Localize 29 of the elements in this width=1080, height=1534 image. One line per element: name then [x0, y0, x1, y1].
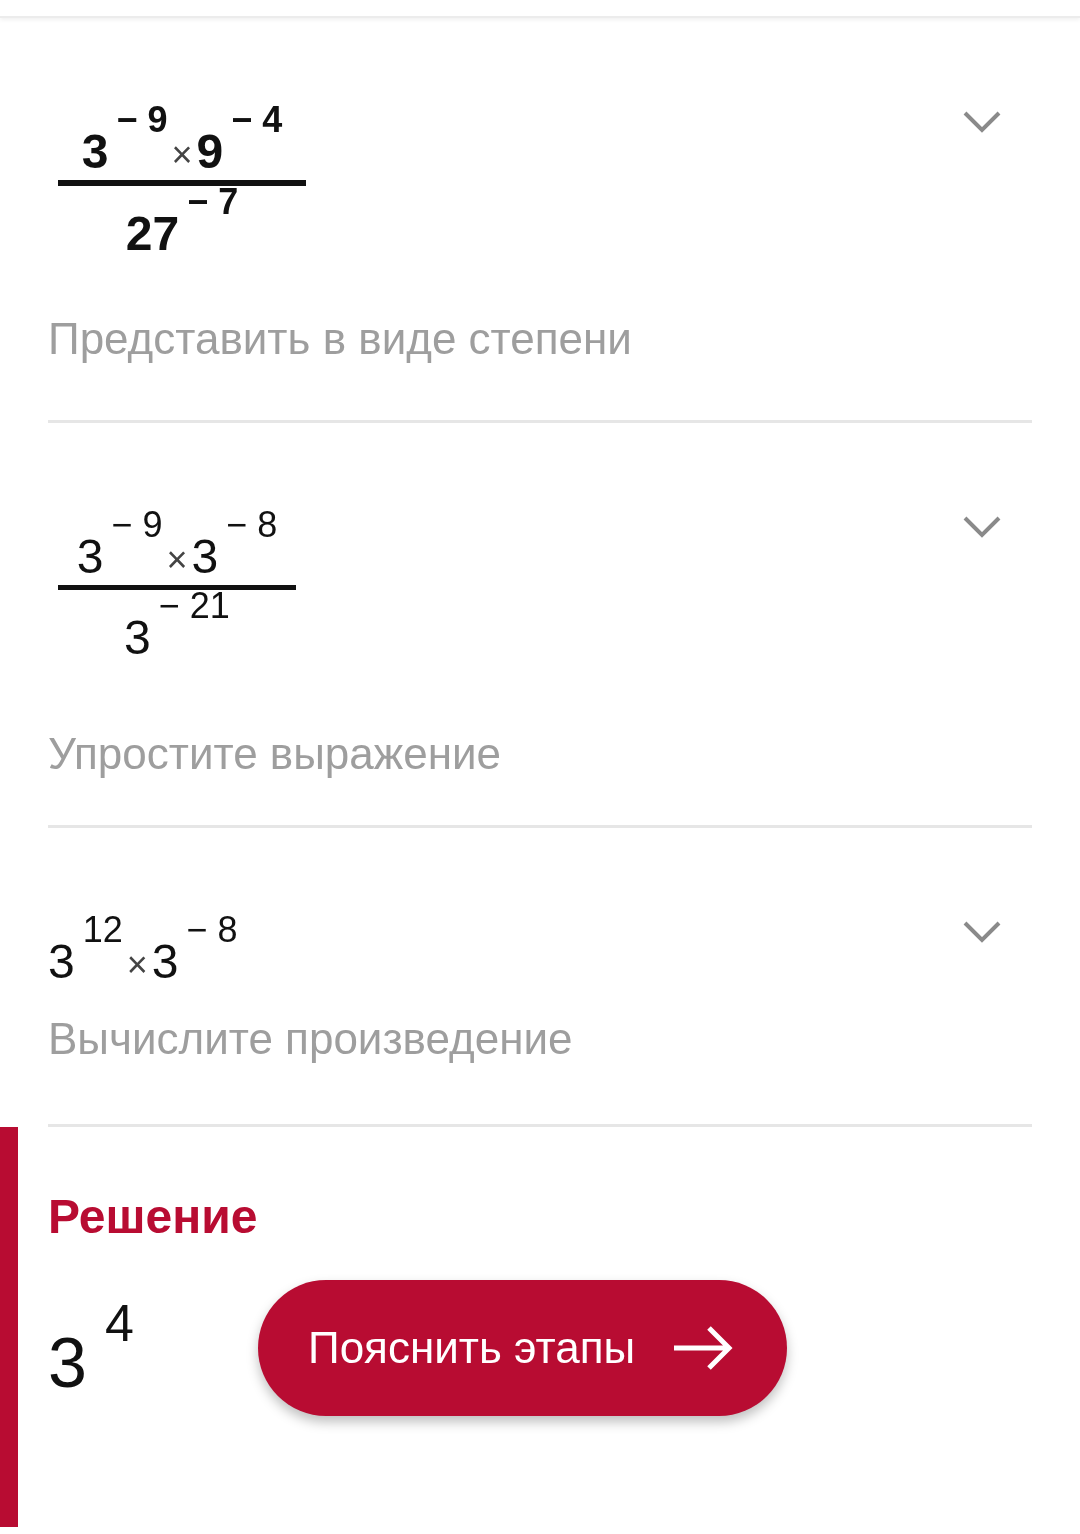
- exponent: − 9: [116, 102, 168, 138]
- base-number: 3: [48, 1323, 87, 1403]
- base-number: 3: [48, 938, 75, 986]
- exponent: − 4: [231, 102, 283, 138]
- step-description: Вычислите произведение: [48, 1014, 574, 1064]
- times-sign: ×: [126, 944, 148, 986]
- exponent: − 8: [226, 507, 278, 543]
- exponent: 4: [104, 1293, 134, 1353]
- base-number: 3: [81, 128, 109, 176]
- base-number: 3: [76, 533, 104, 581]
- exponent: − 9: [111, 507, 163, 543]
- explain-steps-button[interactable]: Пояснить этапы: [258, 1280, 788, 1416]
- chevron-icon[interactable]: [962, 515, 1002, 539]
- base-number: 3: [191, 533, 219, 581]
- step-description: Представить в виде степени: [48, 314, 633, 364]
- times-sign: ×: [171, 134, 193, 176]
- base-number: 3: [124, 614, 151, 662]
- base-number: 27: [125, 210, 180, 258]
- exponent: 12: [82, 912, 123, 948]
- times-sign: ×: [166, 539, 188, 581]
- base-number: 9: [196, 128, 224, 176]
- exponent: − 7: [187, 184, 239, 220]
- exponent: − 21: [158, 588, 230, 624]
- chevron-icon[interactable]: [962, 920, 1002, 944]
- step-description: Упростите выражение: [48, 729, 503, 779]
- exponent: − 8: [186, 912, 238, 948]
- base-number: 3: [151, 938, 179, 986]
- solution-heading: Решение: [48, 1189, 259, 1244]
- chevron-icon[interactable]: [962, 110, 1002, 134]
